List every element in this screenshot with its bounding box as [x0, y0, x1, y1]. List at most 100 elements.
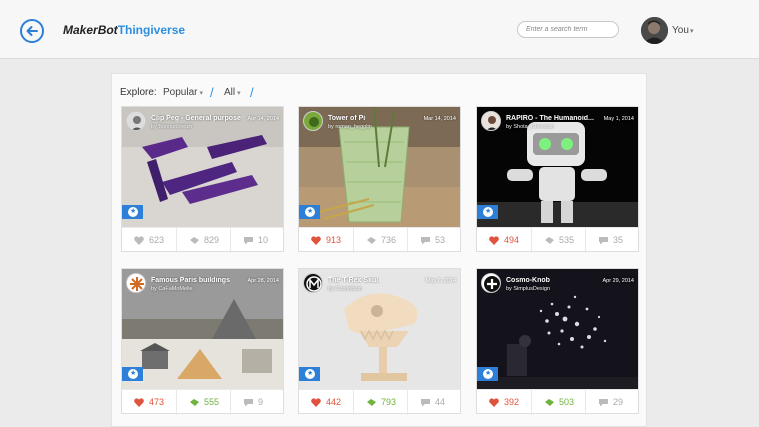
thing-date: Apr 14, 2014 — [247, 116, 280, 122]
like-count: 392 — [504, 397, 520, 407]
comment-button[interactable]: 29 — [585, 390, 639, 415]
thing-card[interactable]: Famous Paris buildings by CaFaMoMelle Ap… — [121, 268, 284, 415]
author-avatar[interactable] — [126, 273, 146, 293]
thing-author[interactable]: by CaFaMoMelle — [151, 286, 193, 292]
collect-icon — [545, 399, 554, 406]
featured-badge: ★ — [122, 367, 143, 381]
collect-button[interactable]: 793 — [353, 390, 407, 415]
thing-thumbnail[interactable]: Clip Peg - General purpose by Bonnuribre… — [122, 107, 283, 227]
thing-date: May 6, 2014 — [425, 278, 456, 284]
thing-title[interactable]: Clip Peg - General purpose — [151, 115, 241, 122]
comment-button[interactable]: 10 — [230, 228, 284, 253]
heart-icon — [134, 398, 144, 407]
star-icon: ★ — [485, 370, 492, 377]
comment-button[interactable]: 53 — [407, 228, 461, 253]
search-input[interactable] — [517, 21, 619, 38]
comment-button[interactable]: 44 — [407, 390, 461, 415]
author-avatar[interactable] — [481, 111, 501, 131]
like-count: 623 — [149, 235, 165, 245]
brand-logo-maker: MakerBot — [63, 23, 118, 37]
thing-stats: 913 736 53 — [299, 227, 461, 253]
thing-card[interactable]: Clip Peg - General purpose by Bonnuribre… — [121, 106, 284, 253]
collect-button[interactable]: 555 — [176, 390, 230, 415]
collect-icon — [190, 399, 199, 406]
comment-icon — [599, 399, 608, 407]
thing-thumbnail[interactable]: The T-Rex Skull by Cusonbum May 6, 2014 … — [299, 269, 460, 389]
collect-icon — [367, 399, 376, 406]
thing-title[interactable]: The T-Rex Skull — [328, 277, 380, 284]
thing-card[interactable]: Tower of Pi by roman_hegglin Mar 14, 201… — [298, 106, 461, 253]
heart-icon — [311, 236, 321, 245]
thing-date: Apr 29, 2014 — [602, 278, 635, 284]
chevron-down-icon[interactable]: ▾ — [690, 27, 694, 35]
thing-thumbnail[interactable]: Cosmo-Knob by SimplusDesign Apr 29, 2014… — [477, 269, 638, 389]
thing-date: Mar 14, 2014 — [423, 116, 456, 122]
comment-button[interactable]: 35 — [585, 228, 639, 253]
back-button[interactable] — [20, 19, 44, 43]
brand-logo[interactable]: MakerBotThingiverse — [63, 23, 185, 37]
like-button[interactable]: 913 — [299, 228, 353, 253]
category-dropdown[interactable]: All ▾ — [224, 87, 241, 98]
thing-author[interactable]: by Shota_Ishiwatari — [506, 124, 554, 130]
star-icon: ★ — [130, 208, 137, 215]
collect-button[interactable]: 736 — [353, 228, 407, 253]
breadcrumb-divider: / — [210, 85, 214, 100]
sort-dropdown[interactable]: Popular ▾ — [163, 87, 203, 98]
thing-author[interactable]: by Cusonbum — [328, 286, 362, 292]
thing-author[interactable]: by SimplusDesign — [506, 286, 550, 292]
user-avatar[interactable] — [641, 17, 668, 44]
collect-button[interactable]: 829 — [176, 228, 230, 253]
like-button[interactable]: 442 — [299, 390, 353, 415]
featured-badge: ★ — [299, 205, 320, 219]
like-count: 913 — [326, 235, 342, 245]
thing-thumbnail[interactable]: RAPIRO - The Humanoid... by Shota_Ishiwa… — [477, 107, 638, 227]
author-avatar[interactable] — [303, 273, 323, 293]
thing-card[interactable]: RAPIRO - The Humanoid... by Shota_Ishiwa… — [476, 106, 639, 253]
back-arrow-icon — [26, 26, 38, 36]
collect-count: 503 — [559, 397, 575, 407]
thing-stats: 392 503 29 — [477, 389, 639, 415]
user-photo-icon — [641, 17, 668, 44]
heart-icon — [134, 236, 144, 245]
featured-badge: ★ — [299, 367, 320, 381]
like-count: 494 — [504, 235, 520, 245]
star-icon: ★ — [130, 370, 137, 377]
star-icon: ★ — [307, 208, 314, 215]
thing-card[interactable]: The T-Rex Skull by Cusonbum May 6, 2014 … — [298, 268, 461, 415]
category-dropdown-value: All — [224, 87, 236, 98]
collect-button[interactable]: 503 — [531, 390, 585, 415]
breadcrumb-divider: / — [250, 85, 254, 100]
thing-stats: 473 555 9 — [122, 389, 284, 415]
heart-icon — [489, 236, 499, 245]
thing-title[interactable]: Cosmo-Knob — [506, 277, 550, 284]
author-avatar[interactable] — [481, 273, 501, 293]
like-button[interactable]: 473 — [122, 390, 176, 415]
collect-icon — [190, 237, 199, 244]
heart-icon — [489, 398, 499, 407]
thing-title[interactable]: Tower of Pi — [328, 115, 365, 122]
chevron-down-icon: ▾ — [199, 90, 203, 97]
thing-title[interactable]: RAPIRO - The Humanoid... — [506, 115, 594, 122]
collect-icon — [545, 237, 554, 244]
collect-button[interactable]: 535 — [531, 228, 585, 253]
like-button[interactable]: 623 — [122, 228, 176, 253]
thing-author[interactable]: by Bonnuribreizh — [151, 124, 192, 130]
thing-card[interactable]: Cosmo-Knob by SimplusDesign Apr 29, 2014… — [476, 268, 639, 415]
author-avatar[interactable] — [303, 111, 323, 131]
like-button[interactable]: 494 — [477, 228, 531, 253]
like-button[interactable]: 392 — [477, 390, 531, 415]
collect-icon — [367, 237, 376, 244]
comment-button[interactable]: 9 — [230, 390, 284, 415]
comment-count: 53 — [435, 235, 446, 245]
thing-thumbnail[interactable]: Tower of Pi by roman_hegglin Mar 14, 201… — [299, 107, 460, 227]
author-avatar[interactable] — [126, 111, 146, 131]
user-name[interactable]: You — [672, 25, 689, 36]
collect-count: 829 — [204, 235, 220, 245]
thing-author[interactable]: by roman_hegglin — [328, 124, 372, 130]
comment-icon — [421, 399, 430, 407]
thing-thumbnail[interactable]: Famous Paris buildings by CaFaMoMelle Ap… — [122, 269, 283, 389]
featured-badge: ★ — [477, 367, 498, 381]
thing-stats: 623 829 10 — [122, 227, 284, 253]
star-icon: ★ — [307, 370, 314, 377]
thing-title[interactable]: Famous Paris buildings — [151, 277, 230, 284]
